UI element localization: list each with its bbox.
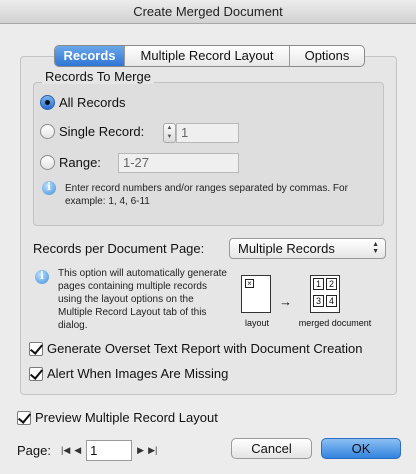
first-page-icon[interactable]: |◀ xyxy=(61,445,70,456)
next-page-icon[interactable]: ▶ xyxy=(137,445,144,456)
cancel-button[interactable]: Cancel xyxy=(231,438,312,459)
merged-cell-2: 2 xyxy=(326,278,337,290)
radio-all-records[interactable]: All Records xyxy=(40,95,125,110)
last-page-icon[interactable]: ▶| xyxy=(148,445,157,456)
ok-button[interactable]: OK xyxy=(321,438,401,459)
records-per-page-value: Multiple Records xyxy=(238,241,335,256)
radio-range-label: Range: xyxy=(59,155,101,170)
arrow-right-icon: → xyxy=(279,294,292,309)
overset-report-checkbox[interactable]: Generate Overset Text Report with Docume… xyxy=(29,341,363,356)
single-record-field[interactable]: 1 xyxy=(176,123,239,143)
layout-page-icon: × xyxy=(241,275,271,313)
preview-layout-checkbox[interactable]: Preview Multiple Record Layout xyxy=(17,410,218,425)
tab-multiple-record-layout[interactable]: Multiple Record Layout xyxy=(125,46,290,66)
info-icon: i xyxy=(42,181,56,195)
layout-caption: layout xyxy=(244,318,270,328)
radio-all-records-indicator[interactable] xyxy=(40,95,55,110)
previous-page-icon[interactable]: ◀ xyxy=(74,445,81,456)
merged-document-icon: 1 2 3 4 xyxy=(310,275,340,313)
tab-bar: Records Multiple Record Layout Options xyxy=(54,45,365,67)
page-number-input[interactable]: 1 xyxy=(86,440,133,461)
range-hint-text: Enter record numbers and/or ranges separ… xyxy=(65,183,348,207)
overset-report-checkbox-box[interactable] xyxy=(29,341,43,356)
merged-document-caption: merged document xyxy=(298,318,372,328)
single-record-stepper[interactable]: ▲ ▼ xyxy=(163,123,176,143)
tab-records[interactable]: Records xyxy=(55,46,125,66)
merged-cell-1: 1 xyxy=(313,278,324,290)
records-to-merge-title: Records To Merge xyxy=(42,69,154,84)
missing-images-checkbox[interactable]: Alert When Images Are Missing xyxy=(29,366,228,381)
radio-range[interactable]: Range: xyxy=(40,155,101,170)
page-label: Page: xyxy=(17,443,51,458)
page-navigator: Page: |◀ ◀ 1 ▶ ▶| xyxy=(17,440,159,461)
radio-single-record-indicator[interactable] xyxy=(40,124,55,139)
preview-layout-checkbox-box[interactable] xyxy=(17,410,31,425)
layout-record-icon: × xyxy=(245,279,254,288)
preview-layout-label: Preview Multiple Record Layout xyxy=(35,410,218,425)
radio-single-record[interactable]: Single Record: xyxy=(40,124,144,139)
radio-range-indicator[interactable] xyxy=(40,155,55,170)
records-per-page-info-text: This option will automatically generate … xyxy=(58,268,227,331)
missing-images-label: Alert When Images Are Missing xyxy=(47,366,229,381)
merged-cell-3: 3 xyxy=(313,295,324,307)
missing-images-checkbox-box[interactable] xyxy=(29,366,43,381)
window-title: Create Merged Document xyxy=(0,0,416,24)
info-icon: i xyxy=(35,270,49,284)
records-per-page-label: Records per Document Page: xyxy=(33,241,205,256)
radio-all-records-label: All Records xyxy=(59,95,126,110)
radio-single-record-label: Single Record: xyxy=(59,124,145,139)
range-field[interactable]: 1-27 xyxy=(118,153,239,173)
overset-report-label: Generate Overset Text Report with Docume… xyxy=(47,341,363,356)
popup-arrows-icon: ▲ ▼ xyxy=(372,241,379,255)
records-per-page-select[interactable]: Multiple Records ▲ ▼ xyxy=(229,238,386,259)
merged-cell-4: 4 xyxy=(326,295,337,307)
tab-options[interactable]: Options xyxy=(290,46,364,66)
